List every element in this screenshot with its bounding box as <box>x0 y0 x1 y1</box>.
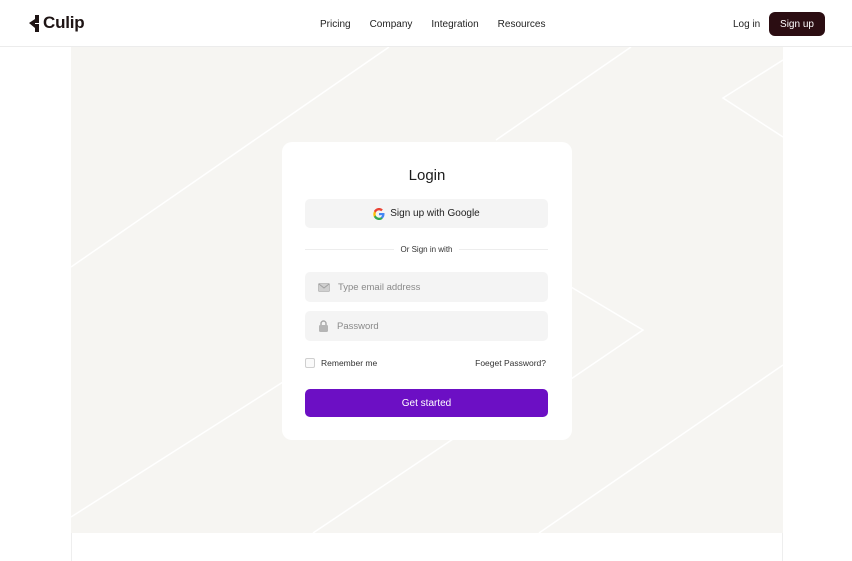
password-field[interactable] <box>305 311 548 341</box>
culip-logo-icon <box>29 14 39 32</box>
divider-text: Or Sign in with <box>400 244 453 254</box>
nav-item-resources[interactable]: Resources <box>498 19 546 30</box>
nav-item-pricing[interactable]: Pricing <box>320 19 351 30</box>
password-input[interactable] <box>337 320 527 332</box>
or-divider: Or Sign in with <box>305 242 548 256</box>
lock-icon <box>319 320 328 332</box>
email-input[interactable] <box>338 281 528 293</box>
divider-line-right <box>458 248 548 250</box>
page-edge-left <box>71 533 72 561</box>
top-navbar: Culip Pricing Company Integration Resour… <box>0 0 852 47</box>
google-icon <box>373 207 385 220</box>
remember-checkbox[interactable] <box>305 358 315 368</box>
google-button-label: Sign up with Google <box>390 208 480 219</box>
brand-name: Culip <box>43 13 85 32</box>
nav-item-integration[interactable]: Integration <box>431 19 478 30</box>
forgot-password-link[interactable]: Foeget Password? <box>475 358 546 368</box>
brand-logo[interactable]: Culip <box>28 13 85 33</box>
email-field[interactable] <box>305 272 548 302</box>
nav-item-company[interactable]: Company <box>370 19 413 30</box>
page-edge-right <box>782 533 783 561</box>
login-link[interactable]: Log in <box>733 19 760 30</box>
divider-line-left <box>305 248 395 250</box>
login-title: Login <box>408 167 446 184</box>
login-card: Login Sign up with Google Or Sign in wit… <box>282 142 572 440</box>
mail-icon <box>318 282 330 292</box>
remember-label: Remember me <box>321 358 378 368</box>
get-started-button[interactable]: Get started <box>305 389 548 417</box>
google-signup-button[interactable]: Sign up with Google <box>305 199 548 228</box>
remember-me[interactable]: Remember me <box>305 358 377 368</box>
signup-button[interactable]: Sign up <box>769 12 825 36</box>
main-nav: Pricing Company Integration Resources <box>320 19 545 30</box>
